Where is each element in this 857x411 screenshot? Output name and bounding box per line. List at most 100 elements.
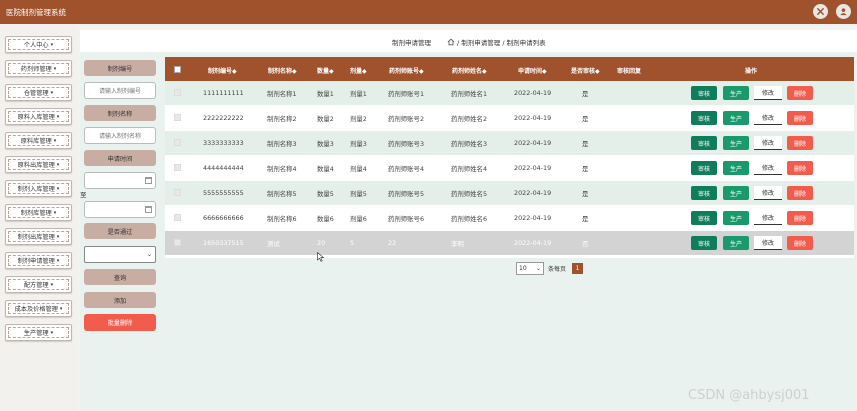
row-checkbox[interactable] [174, 189, 181, 196]
delete-button[interactable]: 删除 [787, 211, 813, 225]
batch-delete-button[interactable]: 批量删除 [84, 314, 156, 331]
delete-button[interactable]: 删除 [787, 111, 813, 125]
cell-account: 药剂师账号4 [388, 165, 425, 173]
sidebar-item[interactable]: 成本及价格管理 ▾ [5, 300, 72, 317]
cell-dose: 剂量1 [350, 90, 367, 98]
sidebar-item[interactable]: 生产管理 ▾ [5, 324, 72, 341]
header-account[interactable]: 药剂师账号◆ [389, 66, 424, 75]
produce-button[interactable]: 生产 [723, 186, 749, 200]
produce-button[interactable]: 生产 [723, 161, 749, 175]
audit-button[interactable]: 审核 [691, 186, 717, 200]
delete-button[interactable]: 删除 [787, 186, 813, 200]
sidebar-item-label: 制剂入库管理 [17, 186, 55, 193]
produce-button[interactable]: 生产 [723, 136, 749, 150]
sidebar-item[interactable]: 制剂出库管理 ▾ [5, 228, 72, 245]
sidebar-item-label: 生产管理 [23, 330, 49, 337]
user-icon[interactable] [836, 4, 851, 19]
table-row[interactable]: 1111111111 制剂名称1 数量1 剂量1 药剂师账号1 药剂师姓名1 2022-04… [165, 81, 854, 105]
sidebar-item[interactable]: 制剂入库管理 ▾ [5, 180, 72, 197]
name-input[interactable]: 请输入制剂名称 [84, 127, 156, 144]
sidebar-item[interactable]: 药剂师管理 ▾ [5, 60, 72, 77]
produce-button[interactable]: 生产 [723, 236, 749, 250]
delete-button[interactable]: 删除 [787, 86, 813, 100]
settings-icon[interactable] [813, 4, 828, 19]
cell-audited: 否 [582, 240, 589, 248]
sidebar-item-label: 制剂申请管理 [17, 258, 55, 265]
delete-button[interactable]: 删除 [787, 136, 813, 150]
table-row[interactable]: 2222222222 制剂名称2 数量2 剂量2 药剂师账号2 药剂师姓名2 2022-04… [165, 106, 854, 130]
audit-button[interactable]: 审核 [691, 86, 717, 100]
delete-button[interactable]: 删除 [787, 236, 813, 250]
sidebar-item-label: 药剂师管理 [20, 66, 52, 73]
table-row[interactable]: 6666666666 制剂名称6 数量6 剂量6 药剂师账号6 药剂师姓名6 2022-04… [165, 206, 854, 230]
edit-button[interactable]: 修改 [754, 211, 782, 225]
produce-button[interactable]: 生产 [723, 86, 749, 100]
audit-button[interactable]: 审核 [691, 111, 717, 125]
sidebar-item[interactable]: 制剂库管理 ▾ [5, 204, 72, 221]
header-name[interactable]: 制剂名称◆ [268, 66, 297, 75]
main-content: 制剂编号 请输入制剂编号 制剂名称 请输入制剂名称 申请时间 至 是否通过 ⌄ … [80, 52, 857, 411]
pagination: 10 ⌄ 条每页 1 [516, 262, 584, 275]
header-qty[interactable]: 数量◆ [317, 66, 334, 75]
header-date[interactable]: 申请时间◆ [518, 66, 547, 75]
produce-button[interactable]: 生产 [723, 111, 749, 125]
cell-dose: 剂量4 [350, 165, 367, 173]
end-date-input[interactable] [84, 201, 156, 218]
sidebar-item-label: 成本及价格管理 [14, 306, 58, 313]
table-row[interactable]: 5555555555 制剂名称5 数量5 剂量5 药剂师账号5 药剂师姓名5 2022-04… [165, 181, 854, 205]
app-title: 医院制剂管理系统 [6, 8, 66, 17]
sidebar-item[interactable]: 个人中心 ▾ [5, 36, 72, 53]
cell-code: 5555555555 [203, 189, 244, 197]
header-audited[interactable]: 是否审核◆ [571, 66, 600, 75]
edit-button[interactable]: 修改 [754, 136, 782, 150]
page-number[interactable]: 1 [572, 263, 584, 274]
row-checkbox[interactable] [174, 239, 181, 246]
cell-account: 药剂师账号6 [388, 215, 425, 223]
edit-button[interactable]: 修改 [754, 111, 782, 125]
cell-date: 2022-04-19 [514, 214, 552, 222]
row-checkbox[interactable] [174, 214, 181, 221]
sidebar-item[interactable]: 配方管理 ▾ [5, 276, 72, 293]
table-row[interactable]: 4444444444 制剂名称4 数量4 剂量4 药剂师账号4 药剂师姓名4 2022-04… [165, 156, 854, 180]
cell-qty: 数量3 [317, 140, 334, 148]
sidebar-item[interactable]: 仓管管理 ▾ [5, 84, 72, 101]
delete-button[interactable]: 删除 [787, 161, 813, 175]
passed-select[interactable]: ⌄ [84, 246, 156, 263]
home-icon[interactable] [447, 38, 455, 46]
cell-name: 制剂名称5 [267, 190, 297, 198]
sidebar-item[interactable]: 原料入库管理 ▾ [5, 108, 72, 125]
table-row[interactable]: 3333333333 制剂名称3 数量3 剂量3 药剂师账号3 药剂师姓名3 2022-04… [165, 131, 854, 155]
chevron-down-icon: ▾ [53, 209, 57, 216]
header-code[interactable]: 制剂编号◆ [208, 66, 237, 75]
add-button[interactable]: 添加 [84, 292, 156, 308]
row-checkbox[interactable] [174, 164, 181, 171]
audit-button[interactable]: 审核 [691, 161, 717, 175]
row-checkbox[interactable] [174, 89, 181, 96]
sidebar-item[interactable]: 制剂申请管理 ▾ [5, 252, 72, 269]
produce-button[interactable]: 生产 [723, 211, 749, 225]
header-dose[interactable]: 剂量◆ [350, 66, 367, 75]
code-input[interactable]: 请输入制剂编号 [84, 82, 156, 99]
audit-button[interactable]: 审核 [691, 136, 717, 150]
select-all-checkbox[interactable] [174, 66, 181, 73]
sidebar-item[interactable]: 原料出库管理 ▾ [5, 156, 72, 173]
query-button[interactable]: 查询 [84, 269, 156, 285]
cell-date: 2022-04-19 [514, 164, 552, 172]
cell-name: 制剂名称1 [267, 90, 297, 98]
row-checkbox[interactable] [174, 114, 181, 121]
edit-button[interactable]: 修改 [754, 186, 782, 200]
edit-button[interactable]: 修改 [754, 161, 782, 175]
audit-button[interactable]: 审核 [691, 211, 717, 225]
edit-button[interactable]: 修改 [754, 236, 782, 250]
edit-button[interactable]: 修改 [754, 86, 782, 100]
start-date-input[interactable] [84, 172, 156, 189]
table-header: 制剂编号◆ 制剂名称◆ 数量◆ 剂量◆ 药剂师账号◆ 药剂师姓名◆ 申请时间◆ … [165, 57, 854, 81]
row-checkbox[interactable] [174, 139, 181, 146]
breadcrumb-path[interactable]: / 制剂申请管理 / 制剂申请列表 [457, 37, 546, 47]
cell-account: 药剂师账号5 [388, 190, 425, 198]
header-pharmacist[interactable]: 药剂师姓名◆ [452, 66, 487, 75]
table-row[interactable]: 1650337515 测试 20 5 22 李明 2022-04-19 否 审核 生产 修改 删除 [165, 231, 854, 255]
audit-button[interactable]: 审核 [691, 236, 717, 250]
page-size-select[interactable]: 10 ⌄ [516, 262, 544, 275]
sidebar-item[interactable]: 原料库管理 ▾ [5, 132, 72, 149]
